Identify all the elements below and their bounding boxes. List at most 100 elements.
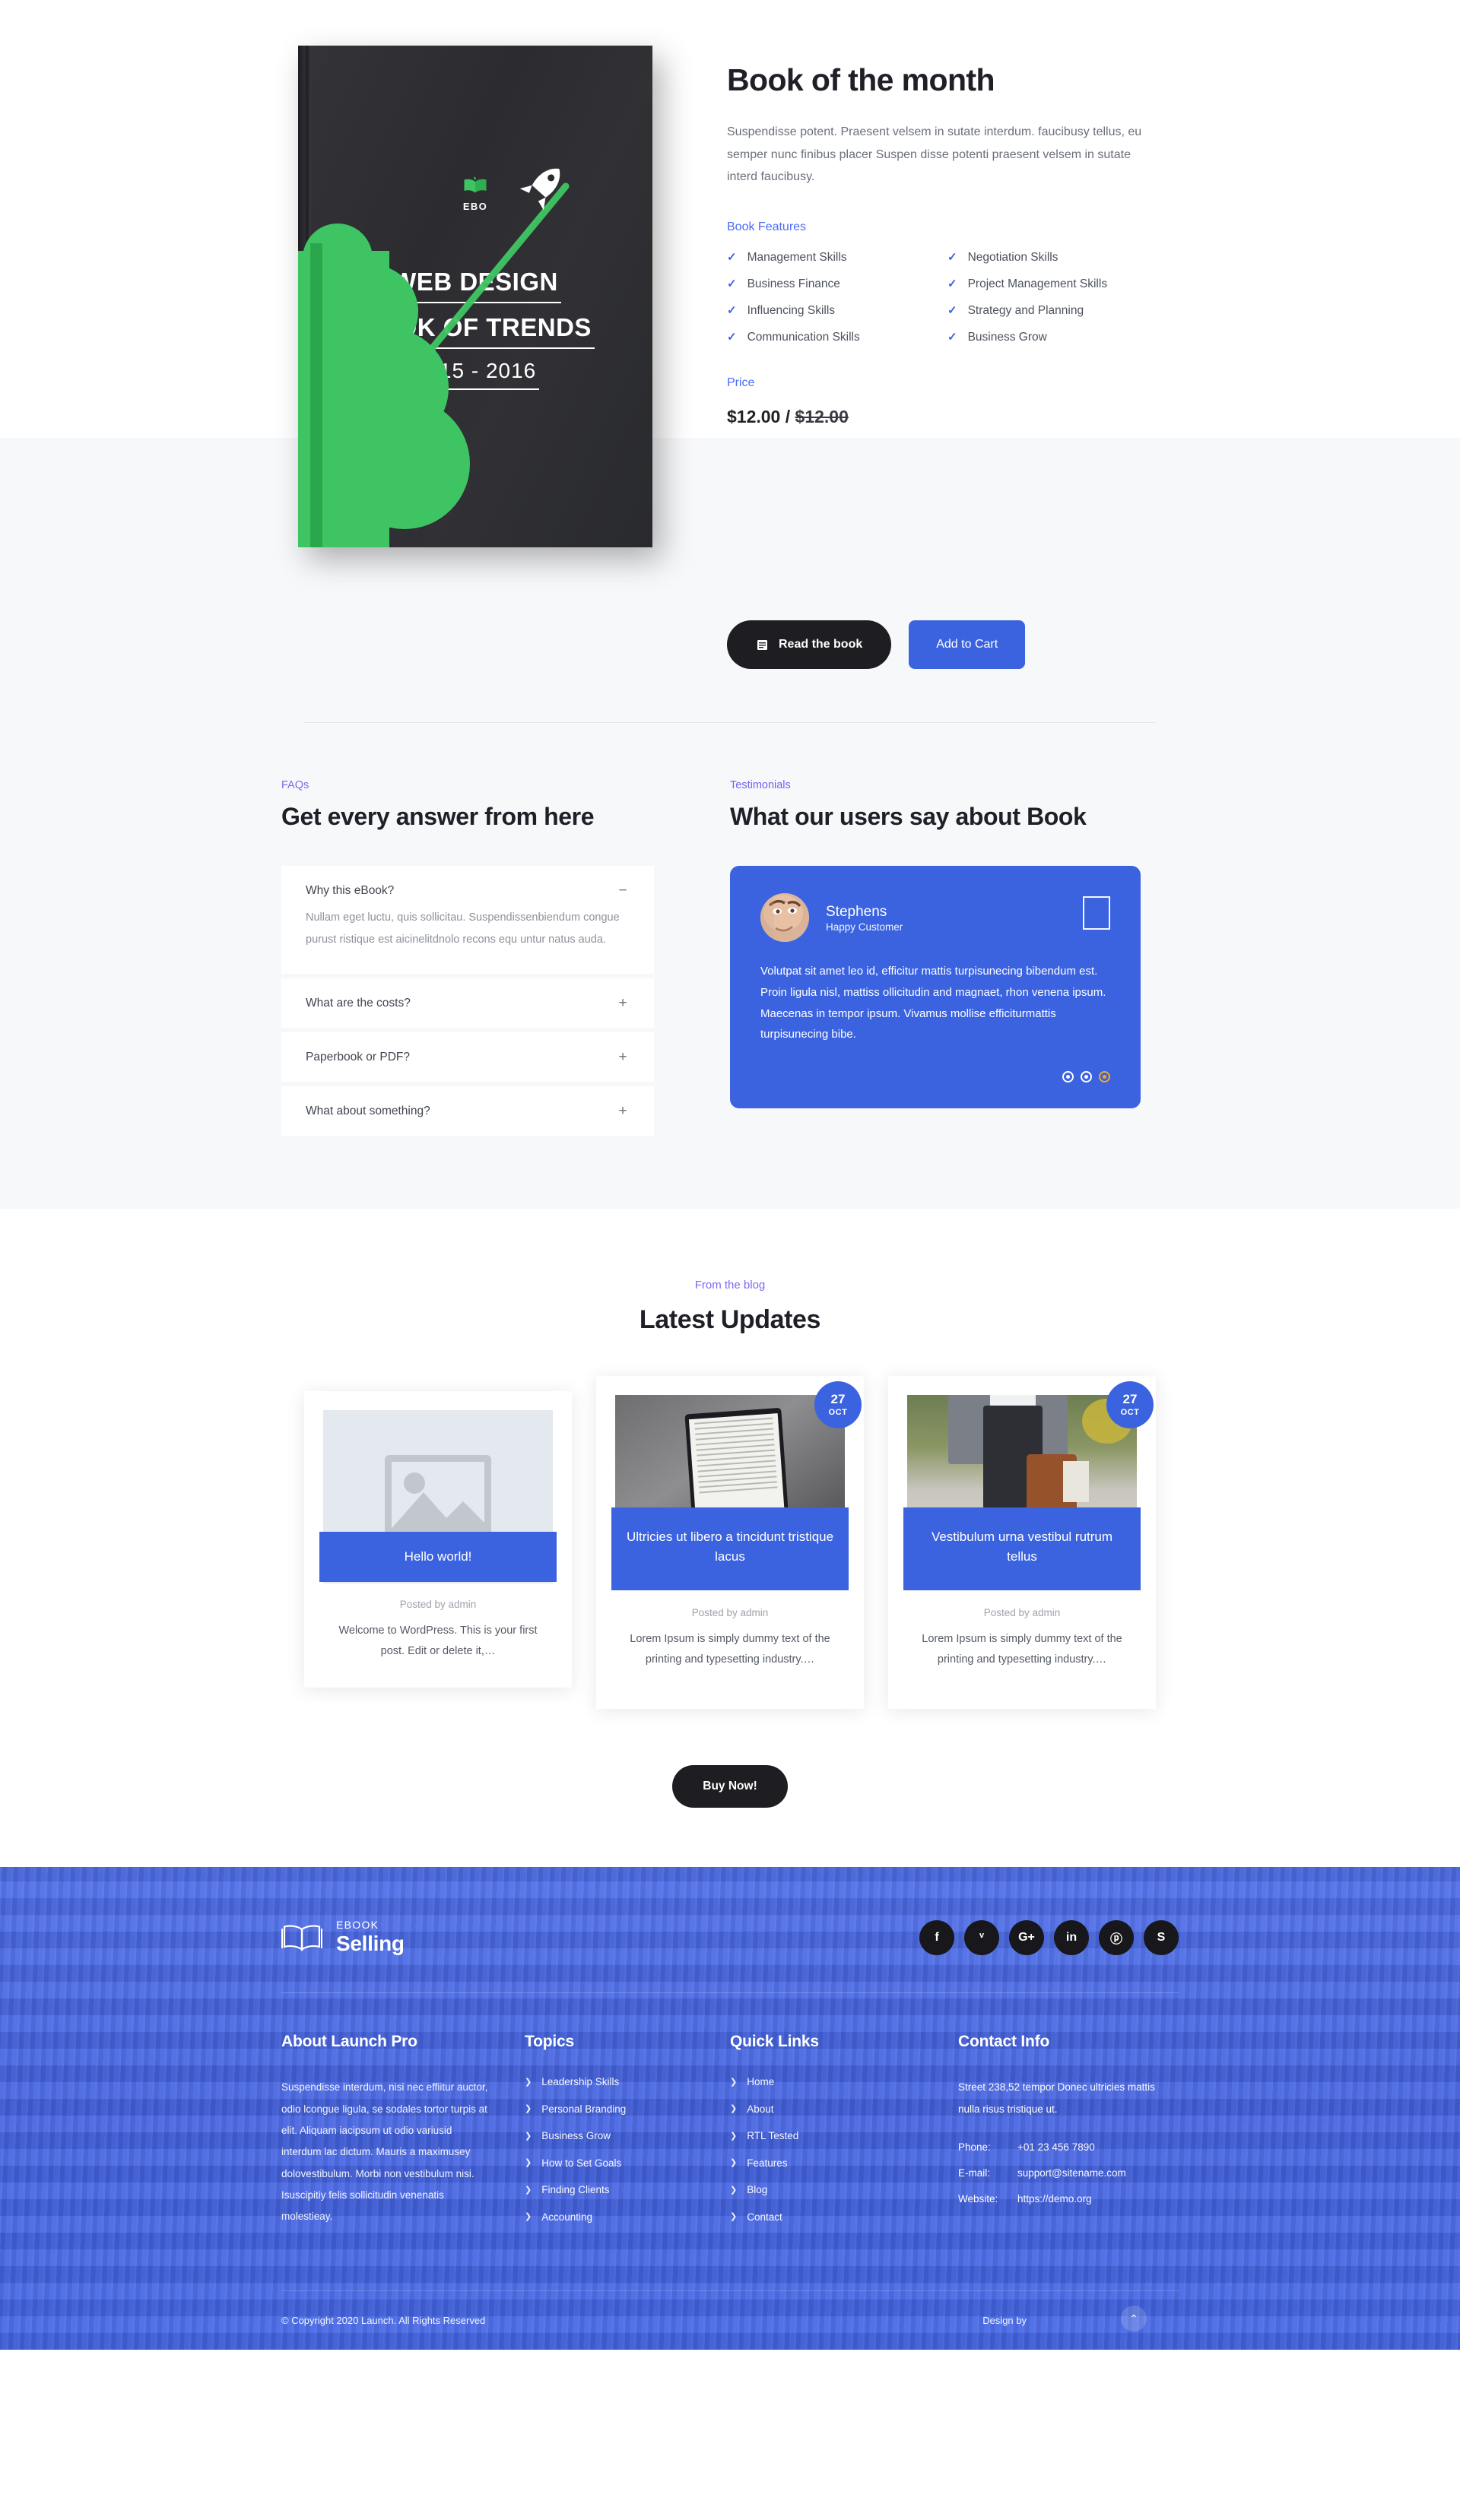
faq-item[interactable]: What about something? + <box>281 1086 654 1136</box>
chevron-right-icon: ❯ <box>525 2077 532 2087</box>
chevron-right-icon: ❯ <box>525 2185 532 2195</box>
faq-testimonials-section: FAQs Get every answer from here Why this… <box>0 669 1460 1209</box>
footer-topic-item[interactable]: ❯ Accounting <box>525 2212 730 2223</box>
footer-topic-item[interactable]: ❯ Leadership Skills <box>525 2077 730 2087</box>
faq-item-header[interactable]: What are the costs? + <box>281 978 654 1028</box>
blog-card-date-badge: 27 OCT <box>1106 1381 1154 1428</box>
linkedin-icon[interactable]: in <box>1054 1919 1089 1955</box>
landing-page: EBO WEB DESIGN BOOK OF TRENDS 2015 - 201… <box>0 0 1460 2350</box>
footer-website-label: Website: <box>958 2193 998 2205</box>
faq-question: Paperbook or PDF? <box>306 1050 410 1063</box>
footer-topic-label: Accounting <box>541 2211 593 2223</box>
check-icon: ✓ <box>947 304 957 318</box>
plus-icon[interactable]: + <box>617 1104 628 1118</box>
feature-label: Project Management Skills <box>967 277 1108 290</box>
footer-topic-item[interactable]: ❯ Personal Branding <box>525 2104 730 2115</box>
footer-topic-label: Business Grow <box>541 2130 611 2142</box>
feature-item: ✓ Strategy and Planning <box>947 304 1168 318</box>
quote-icon <box>1083 896 1110 930</box>
blog-card-title-band[interactable]: Vestibulum urna vestibul rutrum tellus <box>903 1507 1141 1590</box>
footer-phone-value[interactable]: +01 23 456 7890 <box>1017 2141 1095 2153</box>
check-icon: ✓ <box>727 277 737 291</box>
scroll-to-top-button[interactable]: ⌃ <box>1121 2306 1147 2332</box>
footer-topic-label: How to Set Goals <box>541 2157 622 2169</box>
buy-now-button[interactable]: Buy Now! <box>672 1765 788 1808</box>
faq-item-header[interactable]: Why this eBook? − <box>281 866 654 907</box>
check-icon: ✓ <box>727 251 737 265</box>
feature-item: ✓ Management Skills <box>727 251 947 265</box>
blog-card[interactable]: Hello world! Posted by admin Welcome to … <box>304 1391 572 1688</box>
blog-card-author: Posted by admin <box>983 1606 1061 1618</box>
blog-card[interactable]: 27 OCT Ultricies ut libero a tincidunt t… <box>596 1376 864 1710</box>
facebook-icon[interactable]: f <box>919 1919 954 1955</box>
price-current: $12.00 <box>727 406 781 426</box>
carousel-dot[interactable] <box>1081 1071 1092 1082</box>
footer-quicklink-label: Blog <box>747 2184 768 2196</box>
footer-quicklink-contact[interactable]: ❯ Contact <box>730 2212 958 2223</box>
price-row: $12.00 / $12.00 <box>727 407 1179 427</box>
footer-topic-item[interactable]: ❯ How to Set Goals <box>525 2158 730 2169</box>
footer-topic-item[interactable]: ❯ Finding Clients <box>525 2185 730 2195</box>
faq-item[interactable]: Why this eBook? − Nullam eget luctu, qui… <box>281 866 654 974</box>
footer-topic-label: Finding Clients <box>541 2184 610 2196</box>
blog-eyebrow: From the blog <box>694 1279 766 1292</box>
footer-quicklink-label: Home <box>747 2076 775 2088</box>
faq-item[interactable]: Paperbook or PDF? + <box>281 1032 654 1082</box>
footer-quicklink-about[interactable]: ❯ About <box>730 2104 958 2115</box>
faq-question: Why this eBook? <box>306 883 395 897</box>
read-the-book-button[interactable]: Read the book <box>727 620 892 669</box>
footer-quicklink-features[interactable]: ❯ Features <box>730 2158 958 2169</box>
chevron-right-icon: ❯ <box>525 2158 532 2168</box>
feature-label: Influencing Skills <box>747 303 836 317</box>
hero-description: Suspendisse potent. Praesent velsem in s… <box>727 125 1142 184</box>
book-icon <box>757 639 767 650</box>
blog-card-title: Vestibulum urna vestibul rutrum tellus <box>931 1529 1113 1564</box>
open-book-icon <box>281 1925 322 1951</box>
testimonial-author: Stephens <box>826 903 887 920</box>
footer-email-value[interactable]: support@sitename.com <box>1017 2167 1126 2179</box>
buy-now-wrap: Buy Now! <box>0 1709 1460 1867</box>
blog-card-author: Posted by admin <box>691 1606 769 1618</box>
date-day: 27 <box>1122 1392 1138 1406</box>
blog-card-title: Ultricies ut libero a tincidunt tristiqu… <box>626 1529 834 1564</box>
google-plus-icon[interactable]: G+ <box>1009 1919 1044 1955</box>
footer-logo-big: Selling <box>336 1932 405 1956</box>
twitter-icon[interactable]: ᵛ <box>964 1919 999 1955</box>
book-cover: EBO WEB DESIGN BOOK OF TRENDS 2015 - 201… <box>298 46 652 547</box>
blog-card-excerpt: Welcome to WordPress. This is your first… <box>338 1625 538 1658</box>
check-icon: ✓ <box>947 251 957 265</box>
blog-card-title-band[interactable]: Hello world! <box>319 1532 557 1583</box>
pinterest-icon[interactable]: ⓟ <box>1099 1919 1134 1955</box>
footer-logo[interactable]: EBOOK Selling <box>281 1919 405 1956</box>
book-features-list: ✓ Management Skills ✓ Negotiation Skills ✓… <box>727 251 1168 344</box>
faq-item-header[interactable]: What about something? + <box>281 1086 654 1136</box>
skype-icon[interactable]: S <box>1144 1919 1179 1955</box>
plus-icon[interactable]: + <box>617 996 628 1010</box>
check-icon: ✓ <box>727 304 737 318</box>
carousel-dot[interactable] <box>1062 1071 1074 1082</box>
footer-topics-list: ❯ Leadership Skills ❯ Personal Branding ❯ B… <box>525 2077 730 2222</box>
footer-quicklink-blog[interactable]: ❯ Blog <box>730 2185 958 2195</box>
blog-card-title-band[interactable]: Ultricies ut libero a tincidunt tristiqu… <box>611 1507 849 1590</box>
date-day: 27 <box>830 1392 846 1406</box>
hero-action-buttons: Read the book Add to Cart <box>281 620 1179 669</box>
faq-item[interactable]: What are the costs? + <box>281 978 654 1028</box>
blog-card[interactable]: 27 OCT Vestibulum urna vestibul rutrum t… <box>888 1376 1156 1710</box>
add-to-cart-button[interactable]: Add to Cart <box>909 620 1026 669</box>
footer-quicklinks-list: ❯ Home ❯ About ❯ RTL Tested ❯ Features ❯ Blog… <box>730 2077 958 2222</box>
minus-icon[interactable]: − <box>617 883 628 898</box>
chevron-right-icon: ❯ <box>730 2077 738 2087</box>
price-old: $12.00 <box>795 406 849 426</box>
plus-icon[interactable]: + <box>617 1050 628 1064</box>
footer-quicklink-home[interactable]: ❯ Home <box>730 2077 958 2087</box>
faq-item-header[interactable]: Paperbook or PDF? + <box>281 1032 654 1082</box>
design-by-text: Design by <box>982 2315 1027 2327</box>
feature-label: Strategy and Planning <box>967 303 1084 317</box>
footer-quicklink-label: Contact <box>747 2211 782 2223</box>
book-title-line-3: 2015 - 2016 <box>411 359 540 390</box>
date-month: OCT <box>1120 1408 1140 1417</box>
footer-website-value[interactable]: https://demo.org <box>1017 2193 1092 2205</box>
carousel-dot-active[interactable] <box>1099 1071 1110 1082</box>
footer-quicklink-rtl-tested[interactable]: ❯ RTL Tested <box>730 2131 958 2141</box>
footer-topic-item[interactable]: ❯ Business Grow <box>525 2131 730 2141</box>
